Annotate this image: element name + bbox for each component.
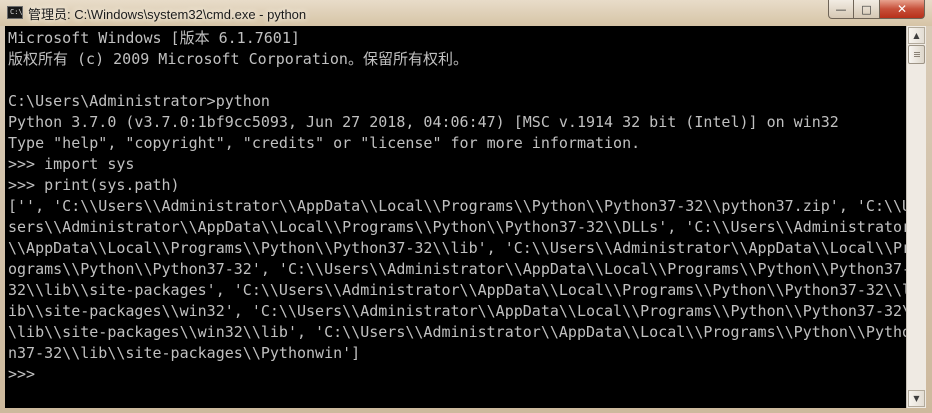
thumb-grip-line [914,56,920,57]
console-output[interactable]: Microsoft Windows [版本 6.1.7601] 版权所有 (c)… [5,26,906,408]
cmd-window: C:\ 管理员: C:\Windows\system32\cmd.exe - p… [0,0,932,413]
console-line: \\AppData\\Local\\Programs\\Python\\Pyth… [8,239,906,257]
console-line: Microsoft Windows [版本 6.1.7601] [8,29,300,47]
console-line: C:\Users\Administrator>python [8,92,270,110]
console-line: 版权所有 (c) 2009 Microsoft Corporation。保留所有… [8,50,468,68]
scroll-up-arrow-icon[interactable]: ▲ [908,27,925,44]
console-line: \lib\\site-packages\\win32\\lib', 'C:\\U… [8,323,906,341]
thumb-grip-line [914,52,920,53]
scroll-down-arrow-icon[interactable]: ▼ [908,390,925,407]
maximize-button[interactable]: □ [854,0,880,19]
console-line: 32\\lib\\site-packages', 'C:\\Users\\Adm… [8,281,906,299]
console-prompt[interactable]: >>> [8,364,35,385]
cmd-app-icon[interactable]: C:\ [7,6,23,19]
console-line: sers\\Administrator\\AppData\\Local\\Pro… [8,218,906,236]
scrollbar-thumb[interactable] [908,45,925,64]
title-bar[interactable]: C:\ 管理员: C:\Windows\system32\cmd.exe - p… [0,0,932,26]
vertical-scrollbar[interactable]: ▲ ▼ [906,26,926,408]
console-line: >>> import sys [8,155,135,173]
window-title: 管理员: C:\Windows\system32\cmd.exe - pytho… [28,7,307,22]
console-line: ograms\\Python\\Python37-32', 'C:\\Users… [8,260,906,278]
console-line: n37-32\\lib\\site-packages\\Pythonwin'] [8,344,361,362]
console-line: Python 3.7.0 (v3.7.0:1bf9cc5093, Jun 27 … [8,113,839,131]
thumb-grip-line [914,54,920,55]
cmd-app-icon-label: C:\ [10,8,23,16]
close-button[interactable]: ✕ [880,0,925,19]
minimize-button[interactable]: — [828,0,854,19]
console-line: Type "help", "copyright", "credits" or "… [8,134,641,152]
window-controls: — □ ✕ [828,0,925,20]
console-line: ['', 'C:\\Users\\Administrator\\AppData\… [8,197,906,215]
console-line: >>> print(sys.path) [8,176,180,194]
console-line: ib\\site-packages\\win32', 'C:\\Users\\A… [8,302,906,320]
